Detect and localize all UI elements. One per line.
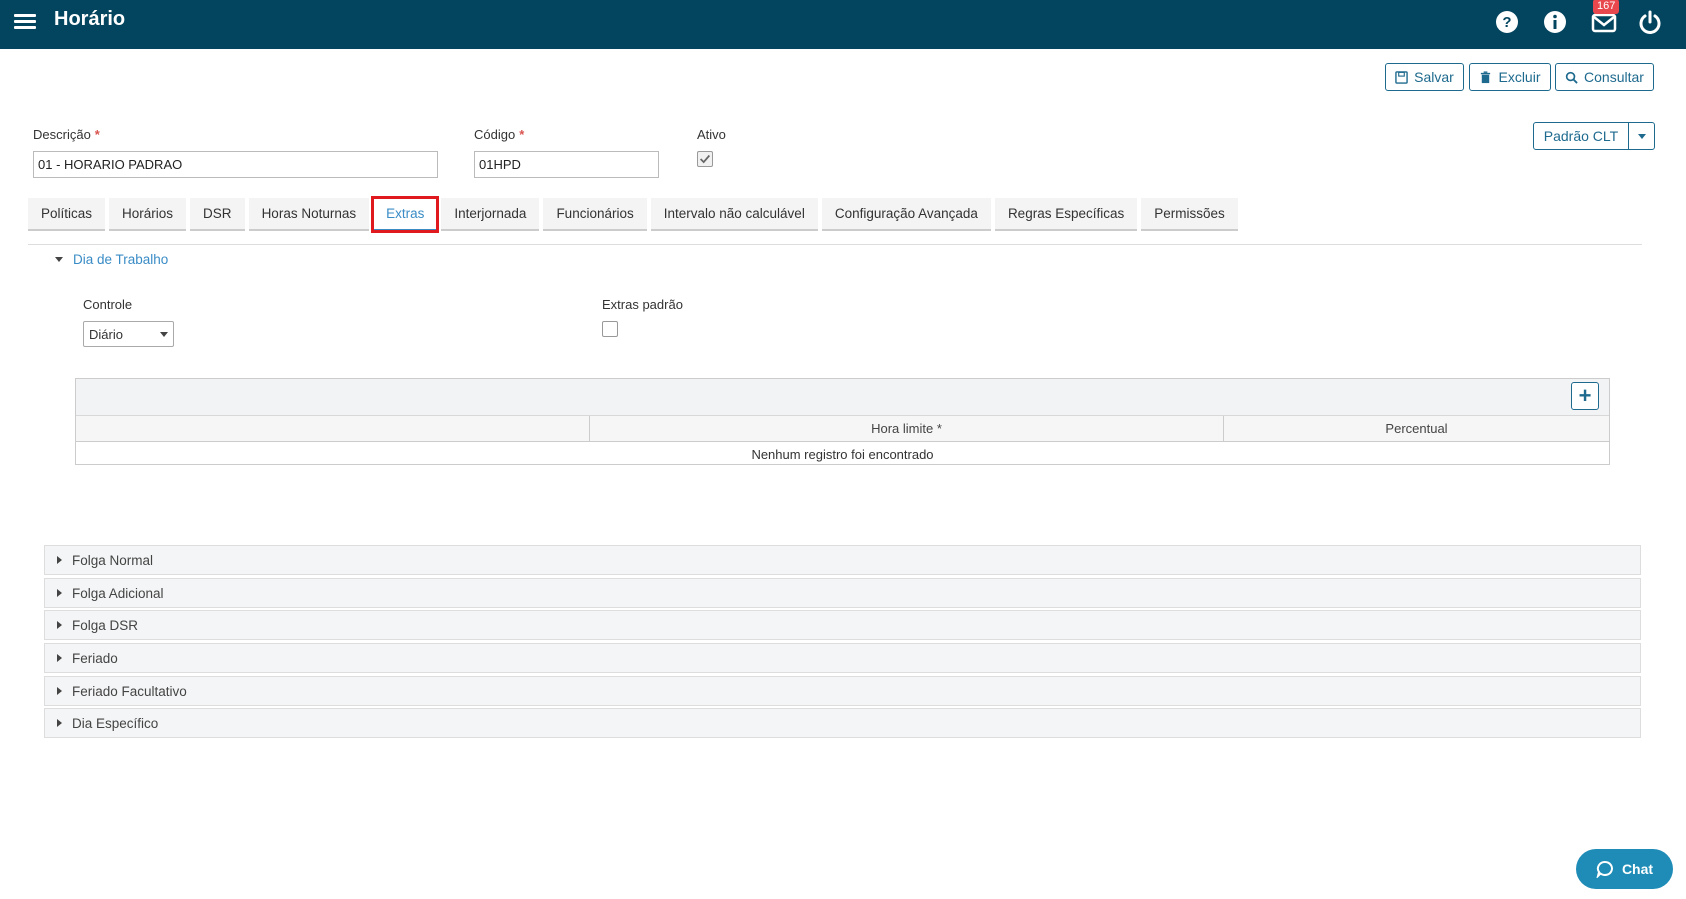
tab-horas-noturnas[interactable]: Horas Noturnas xyxy=(248,198,370,231)
caret-right-icon xyxy=(57,687,62,695)
required-marker: * xyxy=(94,127,100,142)
tab-interjornada[interactable]: Interjornada xyxy=(441,198,540,231)
extras-grid: + Hora limite * Percentual Nenhum regist… xyxy=(75,378,1610,465)
section-label: Folga DSR xyxy=(72,617,139,633)
tab-horarios[interactable]: Horários xyxy=(109,198,187,231)
section-folga-dsr[interactable]: Folga DSR xyxy=(44,610,1641,640)
save-label: Salvar xyxy=(1414,69,1454,85)
tab-funcionarios[interactable]: Funcionários xyxy=(543,198,647,231)
svg-text:?: ? xyxy=(1502,14,1511,31)
descricao-input[interactable]: 01 - HORARIO PADRAO xyxy=(33,151,438,178)
grid-header-hora-limite[interactable]: Hora limite * xyxy=(590,416,1224,441)
caret-right-icon xyxy=(57,719,62,727)
section-label: Feriado xyxy=(72,650,118,666)
chevron-down-icon xyxy=(1637,133,1646,139)
chevron-down-icon xyxy=(160,331,168,337)
section-label: Feriado Facultativo xyxy=(72,683,187,699)
section-label: Dia Específico xyxy=(72,715,159,731)
help-icon[interactable]: ? xyxy=(1493,8,1521,36)
padrao-clt-button[interactable]: Padrão CLT xyxy=(1533,122,1629,150)
delete-label: Excluir xyxy=(1498,69,1541,85)
tab-extras[interactable]: Extras xyxy=(371,196,440,233)
mail-count-badge: 167 xyxy=(1593,0,1620,14)
tab-dsr[interactable]: DSR xyxy=(190,198,245,231)
checkmark-icon xyxy=(700,154,711,164)
required-marker: * xyxy=(519,127,525,142)
power-icon[interactable] xyxy=(1636,8,1664,36)
controle-select[interactable]: Diário xyxy=(83,321,174,347)
caret-right-icon xyxy=(57,589,62,597)
tab-intervalo-nao-calculavel[interactable]: Intervalo não calculável xyxy=(650,198,818,231)
tab-configuracao-avancada[interactable]: Configuração Avançada xyxy=(821,198,991,231)
tab-politicas[interactable]: Políticas xyxy=(28,198,106,231)
codigo-input[interactable]: 01HPD xyxy=(474,151,659,178)
descricao-label: Descrição * xyxy=(33,127,100,142)
tab-permissoes[interactable]: Permissões xyxy=(1141,198,1238,231)
extras-padrao-label: Extras padrão xyxy=(602,297,683,312)
dia-de-trabalho-toggle[interactable]: Dia de Trabalho xyxy=(55,252,168,267)
section-feriado-facultativo[interactable]: Feriado Facultativo xyxy=(44,676,1641,706)
section-folga-adicional[interactable]: Folga Adicional xyxy=(44,578,1641,608)
controle-label: Controle xyxy=(83,297,133,312)
section-label: Folga Adicional xyxy=(72,585,164,601)
hamburger-menu-icon[interactable] xyxy=(14,11,36,33)
add-row-button[interactable]: + xyxy=(1571,382,1599,410)
codigo-label: Código * xyxy=(474,127,525,142)
save-button[interactable]: Salvar xyxy=(1385,63,1464,91)
page-title: Horário xyxy=(54,8,126,30)
grid-toolbar: + xyxy=(76,379,1609,416)
padrao-clt-dropdown-toggle[interactable] xyxy=(1628,122,1655,150)
chat-button[interactable]: Chat xyxy=(1576,849,1673,889)
caret-down-icon xyxy=(55,257,63,262)
chat-label: Chat xyxy=(1621,861,1654,877)
dia-de-trabalho-title: Dia de Trabalho xyxy=(73,252,169,267)
tab-divider xyxy=(28,244,1642,245)
tab-bar: Políticas Horários DSR Horas Noturnas Ex… xyxy=(28,196,1242,233)
section-dia-especifico[interactable]: Dia Específico xyxy=(44,708,1641,738)
grid-empty-message: Nenhum registro foi encontrado xyxy=(751,446,934,462)
caret-right-icon xyxy=(57,556,62,564)
padrao-clt-label: Padrão CLT xyxy=(1543,128,1619,144)
trash-icon xyxy=(1481,70,1491,83)
plus-icon: + xyxy=(1578,383,1592,408)
controle-value: Diário xyxy=(89,326,123,342)
floppy-icon xyxy=(1395,70,1408,84)
ativo-label: Ativo xyxy=(697,127,726,142)
search-label: Consultar xyxy=(1584,69,1644,85)
extras-padrao-checkbox[interactable] xyxy=(602,321,618,337)
caret-right-icon xyxy=(57,621,62,629)
search-icon xyxy=(1565,71,1578,84)
delete-button[interactable]: Excluir xyxy=(1469,63,1551,91)
section-feriado[interactable]: Feriado xyxy=(44,643,1641,673)
ativo-checkbox[interactable] xyxy=(697,151,713,167)
grid-header: Hora limite * Percentual xyxy=(76,416,1609,442)
top-bar: Horário ? 167 xyxy=(0,0,1686,49)
grid-header-percentual[interactable]: Percentual xyxy=(1224,416,1609,441)
section-folga-normal[interactable]: Folga Normal xyxy=(44,545,1641,575)
tab-regras-especificas[interactable]: Regras Específicas xyxy=(994,198,1138,231)
section-label: Folga Normal xyxy=(72,552,154,568)
grid-header-blank xyxy=(76,416,590,441)
caret-right-icon xyxy=(57,654,62,662)
info-icon[interactable] xyxy=(1541,8,1569,36)
chat-bubble-icon xyxy=(1596,860,1613,878)
search-button[interactable]: Consultar xyxy=(1555,63,1654,91)
